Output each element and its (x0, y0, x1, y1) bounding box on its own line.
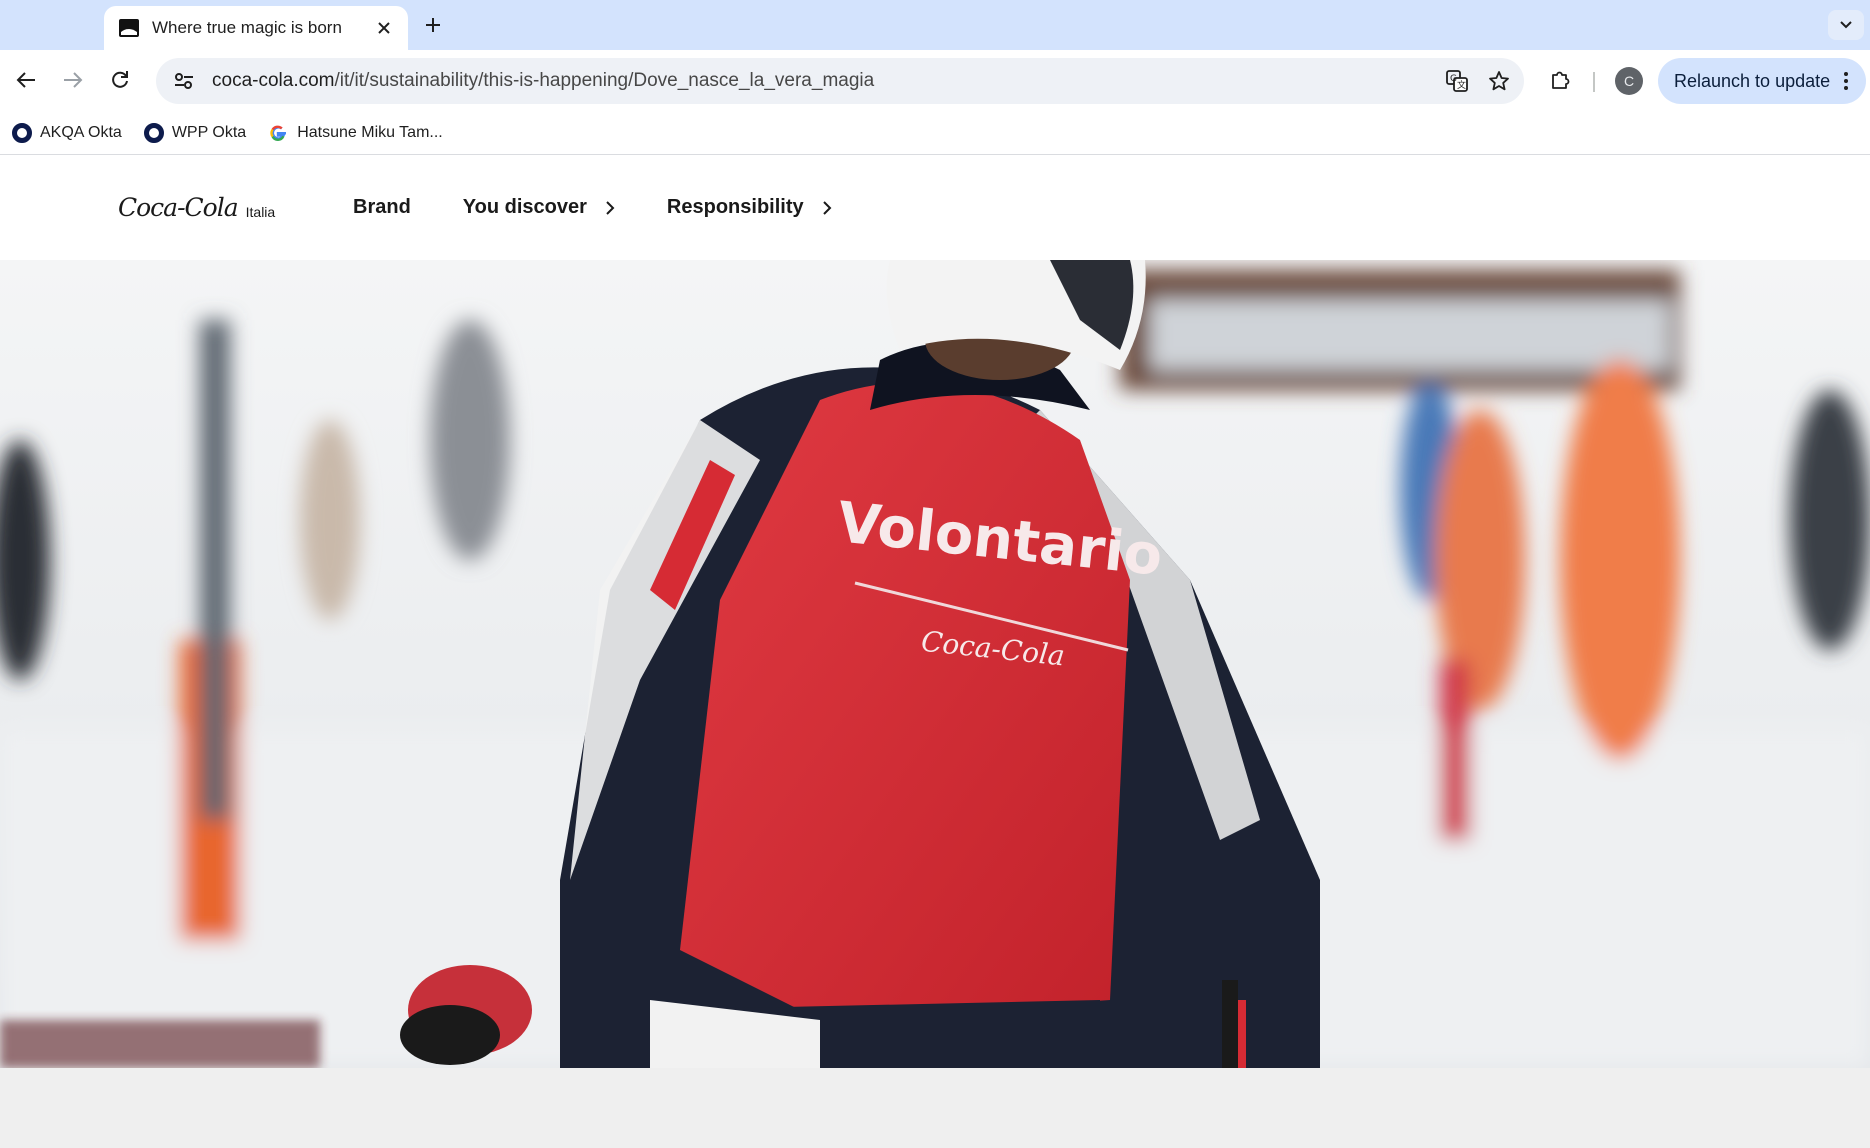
extensions-puzzle-icon[interactable] (1542, 62, 1578, 98)
profile-avatar[interactable]: C (1615, 67, 1643, 95)
okta-ring-icon (143, 123, 164, 143)
bookmark-wpp-okta[interactable]: WPP Okta (143, 123, 247, 143)
svg-text:G: G (1450, 74, 1457, 84)
site-header: Coca-Cola Italia Brand You discover Resp… (0, 155, 1870, 260)
relaunch-to-update-button[interactable]: Relaunch to update (1658, 58, 1866, 104)
kebab-menu-icon[interactable] (1844, 72, 1849, 90)
back-arrow-icon[interactable] (8, 62, 44, 98)
browser-toolbar: coca-cola.com/it/it/sustainability/this-… (0, 50, 1870, 112)
main-nav: Brand You discover Responsibility (353, 155, 884, 260)
page-below-hero (0, 1068, 1870, 1148)
google-g-icon (270, 125, 287, 141)
site-favicon-icon (118, 17, 140, 39)
hero-image: Volontario Coca-Cola (0, 260, 1870, 1068)
toolbar-divider (1593, 72, 1595, 92)
nav-item-label: Responsibility (666, 196, 804, 218)
chevron-right-icon (606, 200, 615, 215)
new-tab-icon[interactable] (418, 10, 448, 40)
url-host: coca-cola.com (212, 70, 335, 91)
relaunch-label: Relaunch to update (1674, 70, 1831, 91)
okta-ring-icon (12, 123, 32, 143)
logo-country: Italia (245, 204, 276, 220)
bookmark-hatsune-miku[interactable]: Hatsune Miku Tam... (268, 123, 443, 143)
url-text[interactable]: coca-cola.com/it/it/sustainability/this-… (212, 70, 1440, 92)
bookmark-akqa-okta[interactable]: AKQA Okta (12, 123, 122, 143)
site-info-tune-icon[interactable] (168, 65, 200, 97)
forward-arrow-icon[interactable] (55, 62, 91, 98)
bookmark-label: AKQA Okta (40, 124, 122, 141)
close-tab-icon[interactable] (372, 16, 396, 40)
nav-item-brand[interactable]: Brand (353, 196, 411, 219)
hero-photo-volunteer-skier: Volontario Coca-Cola (0, 260, 1870, 1068)
chevron-right-icon (822, 200, 832, 215)
bookmark-star-icon[interactable] (1482, 64, 1516, 98)
logo-wordmark: Coca-Cola (118, 193, 239, 222)
url-path: /it/it/sustainability/this-is-happening/… (334, 70, 875, 91)
nav-item-label: You discover (462, 196, 587, 218)
bookmark-label: Hatsune Miku Tam... (297, 124, 443, 141)
nav-item-label: Brand (353, 196, 411, 218)
browser-tab-strip: Where true magic is born (0, 0, 1870, 50)
browser-tab[interactable]: Where true magic is born (104, 6, 408, 50)
nav-item-you-discover[interactable]: You discover (463, 196, 615, 219)
tab-title: Where true magic is born (152, 18, 342, 37)
address-bar[interactable]: coca-cola.com/it/it/sustainability/this-… (156, 58, 1524, 104)
tab-search-chevron-down-icon[interactable] (1828, 10, 1864, 40)
bookmark-label: WPP Okta (171, 124, 247, 141)
nav-item-responsibility[interactable]: Responsibility (667, 196, 832, 219)
coca-cola-logo[interactable]: Coca-Cola Italia (118, 193, 275, 222)
reload-icon[interactable] (102, 62, 138, 98)
bookmarks-bar: AKQA Okta WPP Okta Hatsune Miku Tam... (0, 112, 1870, 155)
translate-icon[interactable]: G 文 (1440, 64, 1474, 98)
svg-text:文: 文 (1457, 79, 1466, 91)
